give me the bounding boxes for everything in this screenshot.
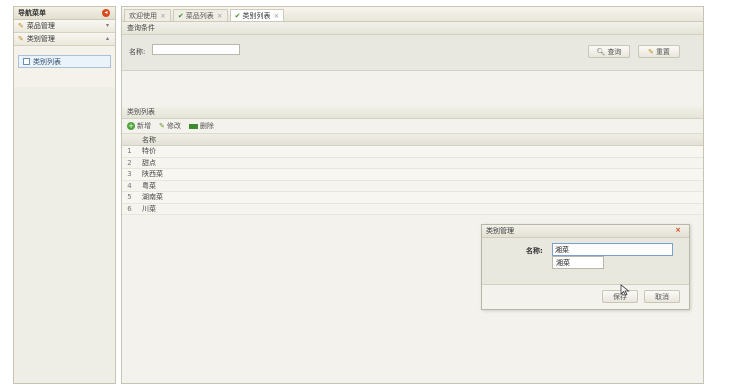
sidebar-panel-categories[interactable]: ✎ 类别管理 ▴ — [14, 33, 115, 46]
tab-label: 类别列表 — [242, 11, 271, 20]
row-number: 1 — [127, 147, 132, 156]
row-name: 川菜 — [142, 204, 156, 213]
sidebar: 导航菜单 ◂ ✎ 菜品管理 ▾ ✎ 类别管理 ▴ 类别列表 — [13, 6, 116, 384]
close-icon[interactable]: × — [675, 226, 681, 234]
delete-button-label: 删除 — [199, 122, 214, 130]
table-row[interactable]: 4 粤菜 — [122, 180, 703, 192]
spacer — [122, 71, 703, 106]
category-name-input[interactable]: 湘菜 — [552, 243, 673, 256]
row-number: 4 — [127, 181, 132, 190]
column-header-name[interactable]: 名称 — [137, 135, 156, 145]
table-row[interactable]: 5 湖南菜 — [122, 192, 703, 204]
sidebar-panel-label: 菜品管理 — [26, 22, 55, 30]
wrench-icon: ✎ — [18, 22, 24, 30]
tab-category-list[interactable]: ✔ 类别列表 × — [229, 9, 285, 21]
row-number: 3 — [127, 170, 132, 179]
check-icon: ✔ — [234, 11, 241, 20]
sidebar-header: 导航菜单 ◂ — [14, 7, 115, 20]
close-icon[interactable]: × — [274, 12, 280, 20]
list-toolbar: + 新增 ✎ 修改 删除 — [122, 119, 703, 134]
table-row[interactable]: 6 川菜 — [122, 203, 703, 215]
row-name: 特价 — [142, 147, 156, 156]
app-window: 导航菜单 ◂ ✎ 菜品管理 ▾ ✎ 类别管理 ▴ 类别列表 欢迎使用 × ✔ 菜… — [0, 0, 740, 392]
row-number: 6 — [127, 204, 132, 213]
add-button[interactable]: + 新增 — [127, 121, 151, 131]
close-icon[interactable]: × — [160, 12, 166, 20]
name-label: 名称: — [129, 48, 146, 56]
reset-button[interactable]: ✎ 重置 — [638, 45, 680, 58]
row-name: 粤菜 — [142, 181, 156, 190]
sidebar-empty-area — [14, 87, 115, 383]
dialog-footer: 保存 取消 — [482, 285, 689, 309]
table-header: 名称 — [122, 134, 703, 146]
cancel-button[interactable]: 取消 — [644, 290, 680, 303]
sidebar-item-category-list[interactable]: 类别列表 — [18, 55, 111, 68]
delete-icon — [188, 123, 198, 129]
category-table: 名称 1 特价 2 甜点 3 陕西菜 4 粤菜 5 湖南菜 6 川菜 — [122, 134, 703, 215]
reset-icon: ✎ — [648, 47, 654, 56]
sidebar-panel-body: 类别列表 — [14, 46, 115, 91]
autocomplete-suggestion[interactable]: 湘菜 — [552, 256, 604, 269]
tab-label: 欢迎使用 — [129, 11, 157, 20]
mouse-pointer-icon — [620, 284, 630, 296]
row-number: 2 — [127, 158, 132, 167]
row-name: 湖南菜 — [142, 193, 163, 202]
tab-welcome[interactable]: 欢迎使用 × — [124, 9, 171, 21]
list-panel-title: 类别列表 — [122, 106, 703, 119]
collapse-icon[interactable]: ◂ — [102, 9, 110, 17]
sidebar-panel-label: 类别管理 — [26, 35, 55, 43]
tab-label: 菜品列表 — [185, 11, 214, 20]
dialog-title: 类别管理 — [486, 227, 514, 235]
add-button-label: 新增 — [137, 122, 151, 130]
sidebar-title: 导航菜单 — [18, 9, 46, 17]
query-panel-title: 查询条件 — [122, 22, 703, 35]
table-row[interactable]: 3 陕西菜 — [122, 169, 703, 181]
wrench-icon: ✎ — [18, 35, 24, 43]
add-icon: + — [127, 122, 135, 130]
edit-button-label: 修改 — [166, 122, 181, 130]
main-area: 欢迎使用 × ✔ 菜品列表 × ✔ 类别列表 × 查询条件 名称: 🔍︎ 查询 — [121, 6, 704, 384]
table-row[interactable]: 1 特价 — [122, 146, 703, 158]
tab-dish-list[interactable]: ✔ 菜品列表 × — [172, 9, 228, 21]
sidebar-item-label: 类别列表 — [33, 57, 61, 66]
dialog-titlebar[interactable]: 类别管理 × — [482, 225, 689, 238]
pencil-icon: ✎ — [159, 122, 165, 130]
search-button-label: 查询 — [607, 47, 622, 56]
cancel-button-label: 取消 — [655, 292, 669, 301]
list-icon — [23, 58, 30, 65]
close-icon[interactable]: × — [217, 12, 223, 20]
name-search-input[interactable] — [152, 44, 240, 55]
reset-button-label: 重置 — [655, 47, 670, 56]
row-number: 5 — [127, 193, 132, 202]
chevron-down-icon: ▾ — [105, 22, 109, 29]
search-icon: 🔍︎ — [596, 47, 606, 56]
row-name: 陕西菜 — [142, 170, 163, 179]
check-icon: ✔ — [177, 11, 184, 20]
query-panel: 名称: 🔍︎ 查询 ✎ 重置 — [122, 35, 703, 71]
sidebar-panel-dishes[interactable]: ✎ 菜品管理 ▾ — [14, 20, 115, 33]
dialog-name-label: 名称: — [526, 247, 543, 255]
category-dialog: 类别管理 × 名称: 湘菜 湘菜 保存 取消 — [481, 224, 690, 310]
dialog-body: 名称: 湘菜 湘菜 — [482, 238, 689, 285]
chevron-up-icon: ▴ — [105, 35, 109, 42]
search-button[interactable]: 🔍︎ 查询 — [588, 45, 630, 58]
edit-button[interactable]: ✎ 修改 — [159, 121, 181, 131]
row-name: 甜点 — [142, 158, 156, 167]
tab-bar: 欢迎使用 × ✔ 菜品列表 × ✔ 类别列表 × — [122, 7, 703, 22]
delete-button[interactable]: 删除 — [188, 121, 214, 131]
table-row[interactable]: 2 甜点 — [122, 157, 703, 169]
